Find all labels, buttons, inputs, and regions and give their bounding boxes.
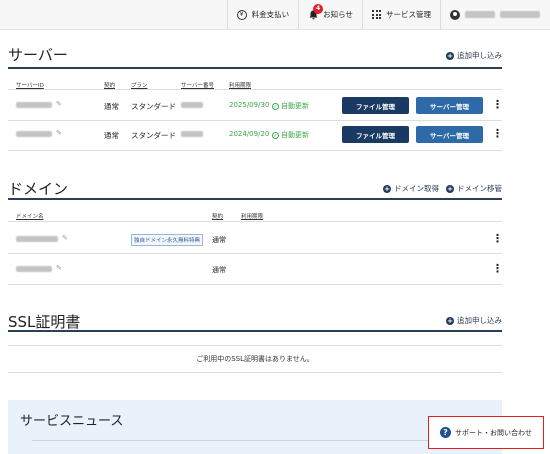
domain-acquire-label: ドメイン取得 <box>394 184 439 193</box>
server-expiry-date: 2025/09/30 <box>229 101 270 109</box>
auto-renew-label: 自動更新 <box>281 131 309 139</box>
col-domain-contract[interactable]: 契約 <box>212 212 223 220</box>
server-manager-button[interactable]: サーバー管理 <box>416 126 483 143</box>
question-icon: ? <box>440 427 451 438</box>
more-options-icon[interactable]: ⋮ <box>492 233 503 244</box>
domains-divider <box>8 198 502 200</box>
ssl-section-title: SSL証明書 <box>8 313 81 331</box>
ssl-divider <box>8 330 502 332</box>
domain-header-divider <box>8 221 502 222</box>
servers-section-title: サーバー <box>8 46 68 64</box>
edit-pencil-icon[interactable]: ✎ <box>62 234 68 242</box>
server-id-redacted <box>16 131 52 137</box>
plus-circle-icon: + <box>383 184 391 193</box>
col-domain-expiry[interactable]: 利用期限 <box>241 212 263 220</box>
servers-divider <box>8 67 502 69</box>
notification-count-badge: 4 <box>313 3 324 14</box>
server-plan: スタンダード <box>131 102 176 111</box>
domain-row-divider <box>8 253 502 254</box>
server-contract: 通常 <box>104 102 119 111</box>
domain-transfer-link[interactable]: + ドメイン移管 <box>446 183 502 194</box>
check-circle-icon: ✓ <box>272 102 279 110</box>
server-number-redacted <box>181 102 203 108</box>
support-contact-button[interactable]: ? サポート・お問い合わせ <box>436 424 536 441</box>
server-header-divider <box>8 89 502 90</box>
more-options-icon[interactable]: ⋮ <box>492 99 503 110</box>
notifications-label: お知らせ <box>323 10 353 19</box>
server-row-divider <box>8 120 502 121</box>
more-options-icon[interactable]: ⋮ <box>492 128 503 139</box>
auto-renew-status: ✓ 自動更新 <box>272 101 309 111</box>
server-manager-button[interactable]: サーバー管理 <box>416 97 483 114</box>
auto-renew-label: 自動更新 <box>281 102 309 110</box>
service-news-divider <box>32 440 452 441</box>
domain-name-redacted <box>16 236 58 242</box>
plus-circle-icon: + <box>446 316 454 325</box>
top-navigation-bar: ¥ 料金支払い 4 お知らせ サービス管理 <box>0 0 550 30</box>
file-manager-button[interactable]: ファイル管理 <box>342 97 409 114</box>
file-manager-button[interactable]: ファイル管理 <box>342 126 409 143</box>
domain-transfer-label: ドメイン移管 <box>457 184 502 193</box>
user-account-menu[interactable] <box>440 0 550 29</box>
col-expiry[interactable]: 利用期限 <box>229 81 251 89</box>
more-options-icon[interactable]: ⋮ <box>492 263 503 274</box>
server-row-divider <box>8 150 502 151</box>
yen-icon: ¥ <box>236 9 247 20</box>
notifications-link[interactable]: 4 お知らせ <box>298 0 362 29</box>
user-name-redacted <box>465 11 495 18</box>
col-plan[interactable]: プラン <box>131 81 148 89</box>
domain-name-redacted <box>16 266 52 272</box>
server-plan: スタンダード <box>131 131 176 140</box>
billing-label: 料金支払い <box>251 10 290 19</box>
server-contract: 通常 <box>104 131 119 140</box>
bell-icon: 4 <box>308 3 324 20</box>
ssl-add-label: 追加申し込み <box>457 316 502 325</box>
ssl-add-link[interactable]: + 追加申し込み <box>446 315 502 326</box>
server-id-redacted <box>16 102 52 108</box>
domain-contract: 通常 <box>212 236 226 244</box>
service-news-title: サービスニュース <box>20 414 124 429</box>
free-domain-tag: 独自ドメイン永久無料特典 <box>131 234 204 246</box>
ssl-empty-message: ご利用中のSSL証明書はありません。 <box>196 355 314 363</box>
grid-menu-icon <box>372 10 381 19</box>
support-contact-highlight: ? サポート・お問い合わせ <box>428 416 544 449</box>
edit-pencil-icon[interactable]: ✎ <box>56 100 62 108</box>
service-management-label: サービス管理 <box>386 10 431 19</box>
user-icon <box>450 9 460 20</box>
domain-acquire-link[interactable]: + ドメイン取得 <box>383 183 439 194</box>
server-number-redacted <box>181 131 203 137</box>
billing-link[interactable]: ¥ 料金支払い <box>226 0 299 29</box>
col-server-id[interactable]: サーバーID <box>16 81 44 89</box>
col-domain-name[interactable]: ドメイン名 <box>16 212 44 220</box>
user-id-redacted <box>500 11 540 18</box>
edit-pencil-icon[interactable]: ✎ <box>56 129 62 137</box>
col-server-number[interactable]: サーバー番号 <box>181 81 214 89</box>
check-circle-icon: ✓ <box>272 131 279 139</box>
service-management-link[interactable]: サービス管理 <box>362 0 440 29</box>
domain-contract: 通常 <box>212 266 226 274</box>
edit-pencil-icon[interactable]: ✎ <box>56 264 62 272</box>
support-contact-label: サポート・お問い合わせ <box>455 428 532 437</box>
col-contract[interactable]: 契約 <box>104 81 115 89</box>
domain-row-divider <box>8 284 502 285</box>
plus-circle-icon: + <box>446 51 454 60</box>
ssl-header-divider <box>8 345 502 346</box>
ssl-bottom-divider <box>8 372 502 373</box>
domains-section-title: ドメイン <box>8 180 69 198</box>
server-add-label: 追加申し込み <box>457 51 502 60</box>
auto-renew-status: ✓ 自動更新 <box>272 130 309 140</box>
server-add-link[interactable]: + 追加申し込み <box>446 50 502 61</box>
server-expiry-date: 2024/09/20 <box>229 130 270 138</box>
plus-circle-icon: + <box>446 184 454 193</box>
